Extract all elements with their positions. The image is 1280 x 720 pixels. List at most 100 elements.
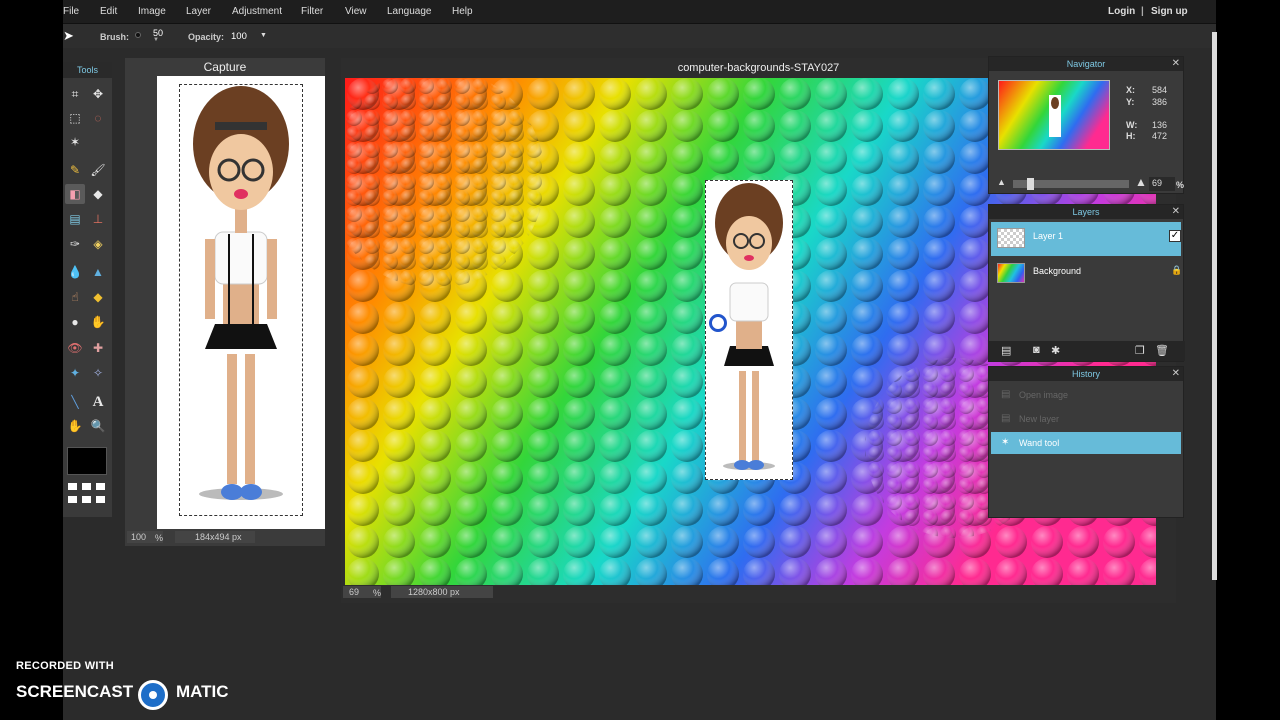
hand-icon[interactable]: ✋ (65, 416, 85, 436)
screencast-watermark: RECORDED WITH SCREENCAST MATIC (16, 660, 229, 710)
avatar-girl-image (193, 86, 289, 500)
tools-panel-title: Tools (63, 62, 112, 78)
crop-icon[interactable]: ⌗ (65, 84, 85, 104)
document-zoom-value[interactable]: 69 (349, 585, 359, 599)
zoom-icon[interactable]: 🔍 (88, 416, 108, 436)
history-close-icon[interactable]: ✕ (1172, 367, 1180, 381)
menu-edit[interactable]: Edit (100, 6, 117, 17)
gradient-icon[interactable]: ▤ (65, 209, 85, 229)
watermark-matic: MATIC (176, 682, 229, 701)
image-editor-app: File Edit Image Layer Adjustment Filter … (63, 0, 1216, 720)
navigator-thumbnail[interactable] (998, 80, 1110, 150)
menu-layer[interactable]: Layer (186, 6, 211, 17)
text-tool-icon[interactable]: A (88, 392, 108, 412)
layer-styles-icon[interactable]: ✱ (1051, 344, 1060, 357)
pencil-icon[interactable]: ✎ (65, 160, 85, 180)
capture-document-window[interactable]: Capture 100 % 184x494 px (125, 58, 325, 546)
menu-bar: File Edit Image Layer Adjustment Filter … (63, 0, 1216, 24)
capture-dimensions: 184x494 px (195, 532, 242, 542)
red-eye-icon[interactable]: 👁 (65, 338, 85, 358)
new-layer-icon[interactable]: ❐ (1135, 344, 1145, 357)
sponge-icon[interactable]: ◆ (88, 287, 108, 307)
right-edge-bar (1212, 32, 1217, 580)
brush-size-arrow-icon[interactable]: ▼ (153, 37, 159, 43)
capture-title: Capture (203, 60, 247, 74)
brush-preview-icon[interactable] (135, 32, 141, 38)
layer-visibility-checkbox[interactable]: ✓ (1169, 230, 1181, 242)
navigator-panel: Navigator ✕ X: 584 Y: 386 W: 136 H: 472 … (988, 56, 1184, 194)
watermark-recorded-with: RECORDED WITH (16, 660, 115, 672)
tool-options-bar: ➤ Brush: 50 ▼ Opacity: 100 ▼ (63, 24, 1216, 48)
history-panel: History ✕ ▤ Open image ▤ New layer ✶ Wan… (988, 366, 1184, 518)
background-label: Background (1033, 266, 1082, 276)
dodge-icon[interactable]: ● (65, 312, 85, 332)
menu-help[interactable]: Help (452, 6, 473, 17)
auth-separator: | (1141, 6, 1144, 17)
new-layer-history-icon: ▤ (1001, 413, 1011, 424)
history-item-open-image[interactable]: ▤ Open image (991, 384, 1181, 406)
document-status-bar: 69 % 1280x800 px (341, 585, 1176, 599)
bloat-icon[interactable]: ✦ (65, 363, 85, 383)
menu-language[interactable]: Language (387, 6, 432, 17)
capture-zoom-value[interactable]: 100 (131, 530, 146, 544)
paint-bucket-icon[interactable]: ◆ (88, 184, 108, 204)
layers-close-icon[interactable]: ✕ (1172, 205, 1180, 219)
opacity-value[interactable]: 100 (231, 31, 247, 42)
marquee-icon[interactable]: ⬚ (65, 108, 85, 128)
layers-panel: Layers ✕ Layer 1 ✓ Background 🔒 ▤ ◙ ✱ ❐ … (988, 204, 1185, 362)
zoom-in-icon[interactable]: ▲ (1135, 175, 1147, 189)
menu-adjustment[interactable]: Adjustment (232, 6, 282, 17)
history-title: History (989, 367, 1183, 381)
open-image-icon: ▤ (1001, 389, 1011, 400)
layer-mask-icon[interactable]: ◙ (1033, 344, 1040, 356)
pinch-icon[interactable]: ✧ (88, 363, 108, 383)
delete-layer-icon[interactable]: 🗑 (1155, 344, 1169, 357)
swatch-grid-icon[interactable] (68, 483, 106, 505)
history-item-wand-tool[interactable]: ✶ Wand tool (991, 432, 1181, 454)
eraser-icon[interactable]: ◧ (65, 184, 85, 204)
capture-canvas[interactable] (157, 76, 325, 529)
lasso-icon[interactable]: ◌ (88, 108, 108, 128)
nav-h-label: H: (1126, 131, 1136, 141)
spot-heal-icon[interactable]: ✚ (88, 338, 108, 358)
layers-title: Layers (989, 205, 1183, 219)
burn-icon[interactable]: ✋ (88, 312, 108, 332)
foreground-color-swatch[interactable] (67, 447, 107, 475)
navigator-zoom-slider[interactable] (1013, 178, 1129, 190)
menu-filter[interactable]: Filter (301, 6, 323, 17)
nav-zoom-value[interactable]: 69 (1152, 178, 1162, 188)
history-item-new-layer[interactable]: ▤ New layer (991, 408, 1181, 430)
layer-properties-icon[interactable]: ▤ (1001, 344, 1011, 357)
zoom-out-icon[interactable]: ▲ (997, 177, 1006, 187)
nav-h-value: 472 (1152, 131, 1168, 141)
nav-y-label: Y: (1126, 97, 1135, 107)
navigator-close-icon[interactable]: ✕ (1172, 57, 1180, 71)
nav-y-value: 386 (1152, 97, 1168, 107)
opacity-dropdown-icon[interactable]: ▼ (260, 32, 267, 39)
navigator-title: Navigator (989, 57, 1183, 71)
smudge-icon[interactable]: ☝ (65, 287, 85, 307)
lock-icon: 🔒 (1171, 265, 1183, 275)
layer-row-layer-1[interactable]: Layer 1 ✓ (991, 222, 1181, 256)
menu-view[interactable]: View (345, 6, 367, 17)
brush-icon[interactable]: 🖌 (88, 160, 108, 180)
blur-icon[interactable]: 💧 (65, 262, 85, 282)
opacity-label: Opacity: (188, 32, 225, 42)
menu-file[interactable]: File (63, 6, 79, 17)
line-tool-icon[interactable]: ╲ (65, 392, 85, 412)
cursor-icon: ➤ (63, 28, 74, 43)
layer-1-thumbnail (997, 228, 1025, 248)
login-link[interactable]: Login (1108, 6, 1135, 17)
layer-row-background[interactable]: Background 🔒 (991, 257, 1183, 291)
shape-icon[interactable]: ◈ (88, 234, 108, 254)
brush-label: Brush: (100, 32, 129, 42)
color-picker-icon[interactable]: ✑ (65, 234, 85, 254)
signup-link[interactable]: Sign up (1151, 6, 1188, 17)
clone-stamp-icon[interactable]: ⊥ (88, 209, 108, 229)
move-icon[interactable]: ✥ (88, 84, 108, 104)
sharpen-icon[interactable]: ▲ (88, 262, 108, 282)
background-thumbnail (997, 263, 1025, 283)
magic-wand-icon[interactable]: ✶ (65, 132, 85, 152)
nav-zoom-unit: % (1176, 180, 1185, 190)
menu-image[interactable]: Image (138, 6, 166, 17)
